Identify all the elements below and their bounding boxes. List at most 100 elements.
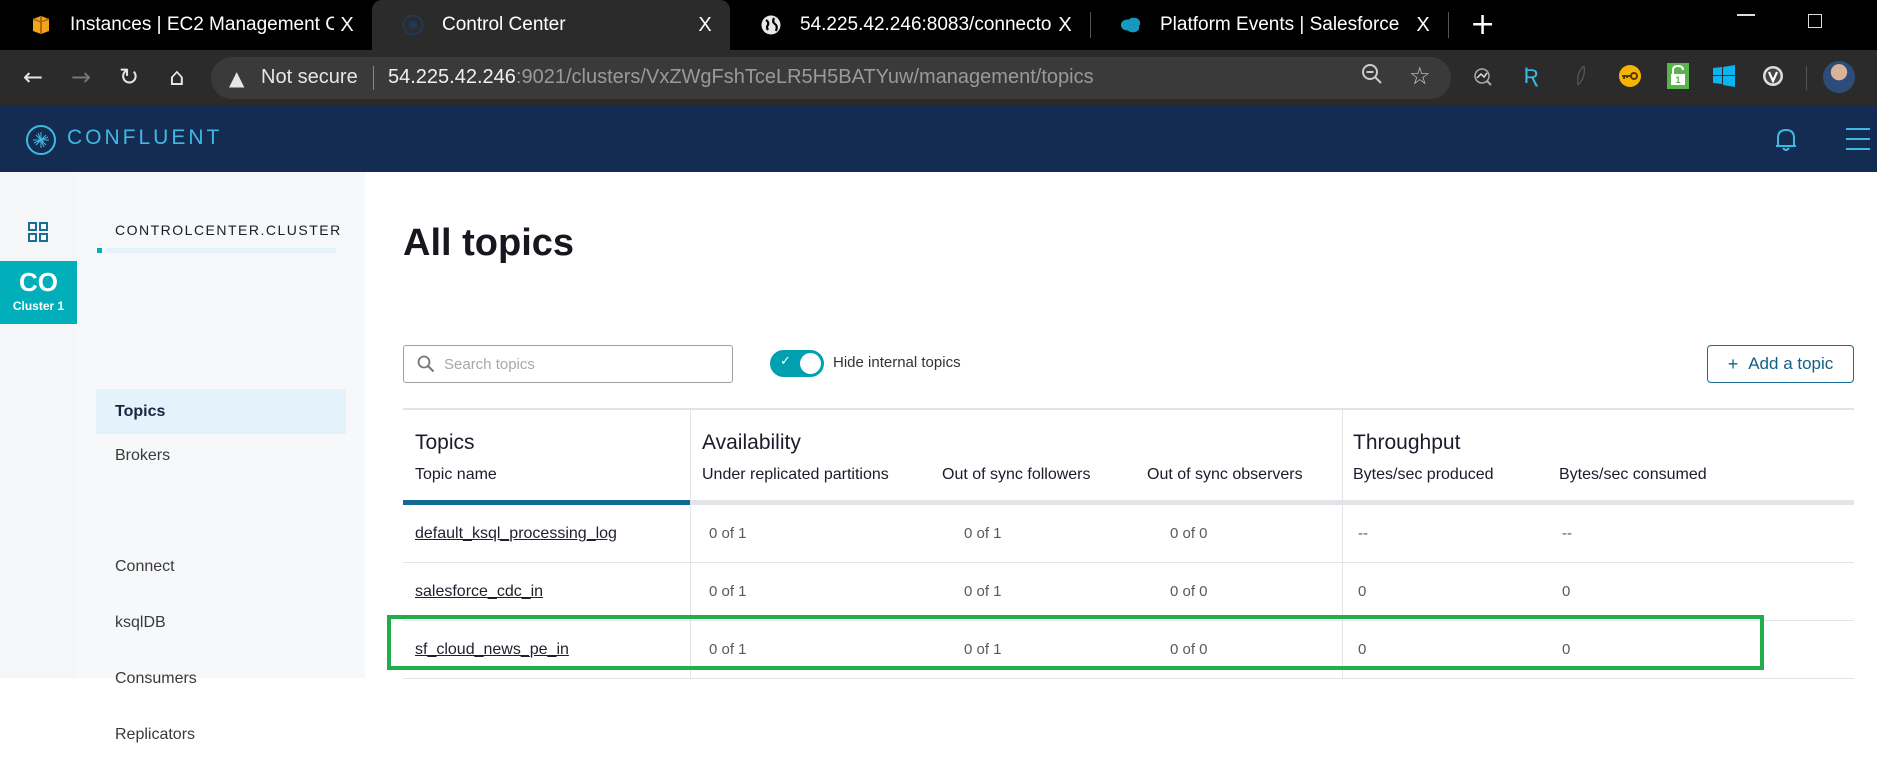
- svg-text:1: 1: [1675, 75, 1680, 85]
- minimize-window-button[interactable]: [1737, 14, 1755, 16]
- close-tab-icon[interactable]: X: [334, 14, 360, 37]
- close-tab-icon[interactable]: X: [692, 14, 718, 37]
- search-box[interactable]: [403, 345, 733, 383]
- bytes-produced-value: 0: [1358, 641, 1367, 658]
- bytes-consumed-value: 0: [1562, 641, 1571, 658]
- bookmark-star-icon[interactable]: ☆: [1409, 62, 1431, 90]
- hide-internal-topics-toggle[interactable]: ✓: [770, 350, 824, 377]
- sidebar-item-label: Topics: [115, 402, 166, 420]
- table-row[interactable]: salesforce_cdc_in 0 of 1 0 of 1 0 of 0 0…: [403, 563, 1854, 621]
- close-tab-icon[interactable]: X: [1410, 14, 1436, 37]
- feather-icon[interactable]: [1568, 63, 1594, 89]
- sidebar-item-ksqldb[interactable]: ksqlDB: [96, 600, 346, 645]
- column-header-out-of-sync-observers[interactable]: Out of sync observers: [1147, 466, 1303, 484]
- sidebar-item-label: Replicators: [115, 725, 196, 743]
- out-of-sync-observers-value: 0 of 0: [1170, 641, 1208, 658]
- under-replicated-value: 0 of 1: [709, 583, 747, 600]
- group-header-availability: Availability: [702, 431, 801, 454]
- topics-table: Topics Availability Throughput Topic nam…: [403, 408, 1854, 679]
- plus-icon: +: [1727, 353, 1739, 374]
- reload-button[interactable]: ↻: [114, 62, 144, 92]
- browser-toolbar: ← → ↻ ⌂ ▲ Not secure 54.225.42.246:9021/…: [0, 50, 1877, 105]
- profile-avatar[interactable]: [1823, 61, 1855, 93]
- add-topic-label: Add a topic: [1748, 354, 1834, 373]
- under-replicated-value: 0 of 1: [709, 641, 747, 658]
- tab-title: Instances | EC2 Management Con: [70, 14, 334, 35]
- restore-window-button[interactable]: [1808, 14, 1822, 28]
- column-header-topic-name[interactable]: Topic name: [415, 466, 497, 484]
- cluster-indicator-bar: [106, 248, 336, 253]
- toggle-knob: [800, 353, 821, 374]
- tab-control-center[interactable]: Control Center X: [372, 0, 730, 50]
- cluster-name: Cluster 1: [12, 299, 65, 313]
- out-of-sync-observers-value: 0 of 0: [1170, 583, 1208, 600]
- lock-1-icon[interactable]: 1: [1665, 63, 1691, 89]
- column-header-bytes-produced[interactable]: Bytes/sec produced: [1353, 466, 1494, 484]
- forward-button[interactable]: →: [66, 62, 96, 92]
- column-header-out-of-sync-followers[interactable]: Out of sync followers: [942, 466, 1091, 484]
- sidebar-item-label: Brokers: [115, 446, 171, 464]
- hide-internal-topics-label: Hide internal topics: [833, 354, 961, 371]
- tab-separator: [1448, 12, 1449, 38]
- browser-tab-strip: Instances | EC2 Management Con X Control…: [0, 0, 1877, 50]
- sidebar-item-replicators[interactable]: Replicators: [96, 712, 346, 757]
- add-topic-button[interactable]: + Add a topic: [1707, 345, 1854, 383]
- grid-icon[interactable]: [28, 222, 48, 242]
- sidebar-item-consumers[interactable]: Consumers: [96, 656, 346, 701]
- hamburger-menu-icon[interactable]: [1846, 128, 1870, 152]
- out-of-sync-observers-value: 0 of 0: [1170, 525, 1208, 542]
- r-extension-icon[interactable]: Ʀ: [1518, 63, 1544, 89]
- tab-title: Control Center: [442, 14, 566, 35]
- url-path: :9021/clusters/VxZWgFshTceLR5H5BATYuw/ma…: [515, 66, 1094, 88]
- tab-connectors[interactable]: 54.225.42.246:8083/connectors/s X: [730, 0, 1090, 50]
- topic-name-link[interactable]: sf_cloud_news_pe_in: [415, 641, 569, 659]
- v-extension-icon[interactable]: [1760, 63, 1786, 89]
- search-icon: [417, 355, 435, 373]
- bytes-consumed-value: --: [1562, 525, 1572, 542]
- group-header-throughput: Throughput: [1353, 431, 1461, 454]
- out-of-sync-followers-value: 0 of 1: [964, 641, 1002, 658]
- tab-ec2-instances[interactable]: Instances | EC2 Management Con X: [0, 0, 372, 50]
- zoom-icon[interactable]: [1361, 63, 1383, 91]
- security-label[interactable]: Not secure: [261, 66, 358, 89]
- tab-title: 54.225.42.246:8083/connectors/s: [800, 14, 1052, 35]
- cluster-label: CONTROLCENTER.CLUSTER: [115, 222, 342, 238]
- column-header-under-replicated[interactable]: Under replicated partitions: [702, 466, 889, 484]
- sidebar-item-connect[interactable]: Connect: [96, 544, 346, 589]
- under-replicated-value: 0 of 1: [709, 525, 747, 542]
- address-bar[interactable]: ▲ Not secure 54.225.42.246:9021/clusters…: [211, 57, 1451, 99]
- new-tab-button[interactable]: +: [1470, 8, 1495, 42]
- tab-salesforce[interactable]: Platform Events | Salesforce X: [1090, 0, 1448, 50]
- sidebar-item-brokers[interactable]: Brokers: [96, 433, 346, 478]
- table-row[interactable]: default_ksql_processing_log 0 of 1 0 of …: [403, 505, 1854, 563]
- windows-icon[interactable]: [1711, 63, 1737, 89]
- page-title: All topics: [403, 222, 575, 264]
- brand-name[interactable]: CONFLUENT: [67, 126, 222, 150]
- bytes-consumed-value: 0: [1562, 583, 1571, 600]
- cluster-rail: CO Cluster 1: [0, 172, 77, 678]
- address-separator: [373, 66, 374, 90]
- url-text[interactable]: 54.225.42.246:9021/clusters/VxZWgFshTceL…: [388, 66, 1094, 89]
- url-host: 54.225.42.246: [388, 66, 516, 88]
- sidebar: CONTROLCENTER.CLUSTER Overview Brokers T…: [77, 172, 365, 743]
- group-header-topics: Topics: [415, 431, 475, 454]
- back-button[interactable]: ←: [18, 62, 48, 92]
- topic-name-link[interactable]: default_ksql_processing_log: [415, 525, 617, 543]
- home-button[interactable]: ⌂: [162, 62, 192, 92]
- table-row[interactable]: sf_cloud_news_pe_in 0 of 1 0 of 1 0 of 0…: [403, 621, 1854, 679]
- sidebar-item-topics[interactable]: Topics: [96, 389, 346, 434]
- salesforce-cloud-icon: [1120, 14, 1142, 36]
- cluster-abbr: CO: [19, 267, 58, 297]
- confluent-icon: [402, 14, 424, 36]
- notifications-bell-icon[interactable]: [1774, 127, 1798, 153]
- confluent-logo-icon[interactable]: [26, 125, 56, 155]
- column-header-bytes-consumed[interactable]: Bytes/sec consumed: [1559, 466, 1707, 484]
- graph-search-icon[interactable]: [1470, 63, 1496, 89]
- search-input[interactable]: [444, 352, 724, 376]
- cluster-tile[interactable]: CO Cluster 1: [0, 261, 77, 324]
- toolbar-separator: [1806, 66, 1807, 90]
- topic-name-link[interactable]: salesforce_cdc_in: [415, 583, 543, 601]
- key-icon[interactable]: [1617, 63, 1643, 89]
- close-tab-icon[interactable]: X: [1052, 14, 1078, 37]
- globe-icon: [760, 14, 782, 36]
